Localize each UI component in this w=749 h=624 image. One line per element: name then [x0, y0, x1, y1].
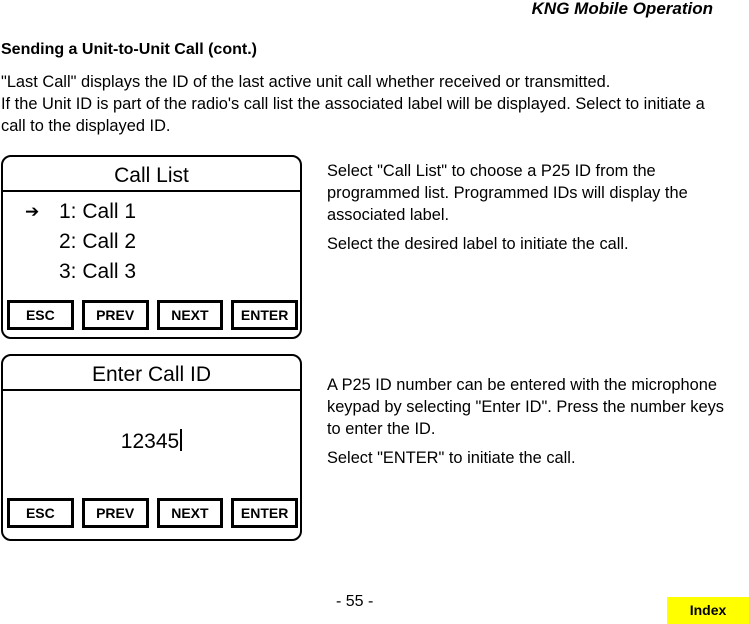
desc-paragraph: Select "ENTER" to initiate the call.	[327, 449, 576, 467]
call-list-screen: Call List ➔ 1: Call 1 2: Call 2 3: Call …	[1, 155, 302, 339]
desc-paragraph: Select "Call List" to choose a P25 ID fr…	[327, 162, 688, 224]
page-number: - 55 -	[336, 593, 374, 610]
enter-button[interactable]: ENTER	[231, 498, 298, 528]
enter-id-description: A P25 ID number can be entered with the …	[327, 374, 727, 476]
screen-title: Call List	[3, 157, 300, 192]
intro-text: "Last Call" displays the ID of the last …	[1, 71, 721, 137]
prev-button[interactable]: PREV	[81, 300, 149, 330]
prev-button[interactable]: PREV	[81, 498, 149, 528]
intro-line-2: If the Unit ID is part of the radio's ca…	[1, 95, 705, 135]
call-id-value: 12345	[120, 430, 180, 453]
screen-title: Enter Call ID	[3, 356, 300, 391]
esc-button[interactable]: ESC	[7, 498, 74, 528]
arrow-right-icon: ➔	[25, 202, 40, 221]
list-item[interactable]: 2: Call 2	[59, 230, 136, 254]
index-button[interactable]: Index	[667, 597, 749, 624]
next-button[interactable]: NEXT	[156, 498, 224, 528]
text-cursor	[180, 429, 183, 451]
enter-button[interactable]: ENTER	[231, 300, 298, 330]
desc-paragraph: Select the desired label to initiate the…	[327, 235, 629, 253]
softkey-bar: ESC PREV NEXT ENTER	[7, 300, 298, 330]
esc-button[interactable]: ESC	[7, 300, 74, 330]
page-title: Sending a Unit-to-Unit Call (cont.)	[1, 41, 257, 58]
enter-call-id-screen: Enter Call ID 12345 ESC PREV NEXT ENTER	[1, 354, 302, 541]
call-id-input[interactable]: 12345	[3, 429, 300, 454]
softkey-bar: ESC PREV NEXT ENTER	[7, 498, 298, 528]
desc-paragraph: A P25 ID number can be entered with the …	[327, 376, 725, 438]
list-item[interactable]: 3: Call 3	[59, 260, 136, 284]
next-button[interactable]: NEXT	[156, 300, 224, 330]
section-header: KNG Mobile Operation	[531, 0, 713, 18]
intro-line-1: "Last Call" displays the ID of the last …	[1, 73, 611, 91]
call-list-description: Select "Call List" to choose a P25 ID fr…	[327, 160, 727, 262]
list-item[interactable]: 1: Call 1	[59, 200, 136, 224]
